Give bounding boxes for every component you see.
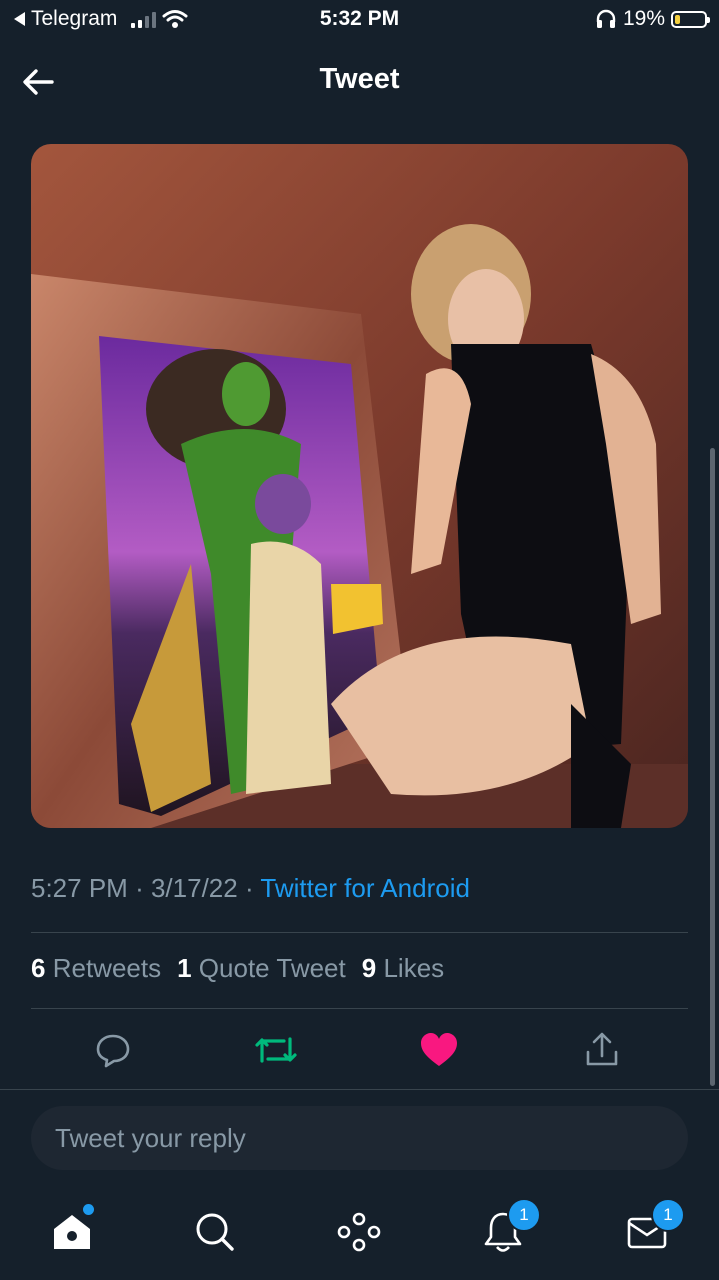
divider: [31, 932, 688, 933]
battery-percent: 19%: [622, 7, 665, 30]
like-button[interactable]: [414, 1025, 464, 1075]
meta-separator: ·: [244, 873, 254, 903]
tab-notifications[interactable]: 1: [473, 1198, 541, 1262]
tweet-time: 5:27 PM: [31, 873, 128, 903]
notifications-badge: 1: [507, 1198, 541, 1232]
home-new-dot: [83, 1204, 94, 1215]
retweet-icon: [255, 1037, 297, 1063]
search-icon: [196, 1213, 234, 1251]
page-title: Tweet: [319, 63, 400, 95]
header: Tweet: [0, 40, 719, 122]
tweet-image[interactable]: [31, 144, 688, 828]
headphones-icon: [596, 9, 616, 28]
quote-tweets-stat[interactable]: 1 Quote Tweet: [177, 953, 346, 984]
tweet-actions: [0, 1025, 719, 1080]
reply-button[interactable]: [88, 1025, 138, 1075]
likes-stat[interactable]: 9 Likes: [362, 953, 444, 984]
meta-separator: ·: [135, 873, 144, 903]
tab-messages[interactable]: 1: [617, 1198, 685, 1262]
home-icon: [54, 1215, 90, 1249]
share-button[interactable]: [577, 1025, 627, 1075]
tab-search[interactable]: [185, 1202, 245, 1262]
battery-icon: [671, 10, 710, 28]
status-bar: Telegram 5:32 PM 19%: [0, 0, 719, 40]
spaces-icon: [337, 1212, 381, 1252]
bottom-tab-bar: 1 1: [0, 1190, 719, 1280]
retweet-button[interactable]: [251, 1025, 301, 1075]
share-icon: [586, 1032, 618, 1066]
tweet-source-link[interactable]: Twitter for Android: [260, 873, 470, 903]
heart-icon: [421, 1033, 457, 1066]
reply-input[interactable]: Tweet your reply: [31, 1106, 688, 1170]
divider: [31, 1008, 688, 1009]
tab-spaces[interactable]: [329, 1202, 389, 1262]
tweet-stats: 6 Retweets 1 Quote Tweet 9 Likes: [31, 953, 444, 984]
scrollbar[interactable]: [710, 448, 715, 1086]
tweet-meta: 5:27 PM · 3/17/22 · Twitter for Android: [31, 873, 470, 904]
messages-badge: 1: [651, 1198, 685, 1232]
tweet-date: 3/17/22: [150, 873, 238, 903]
reply-icon: [96, 1034, 130, 1068]
divider: [0, 1089, 719, 1090]
tab-home[interactable]: [42, 1202, 102, 1262]
retweets-stat[interactable]: 6 Retweets: [31, 953, 161, 984]
